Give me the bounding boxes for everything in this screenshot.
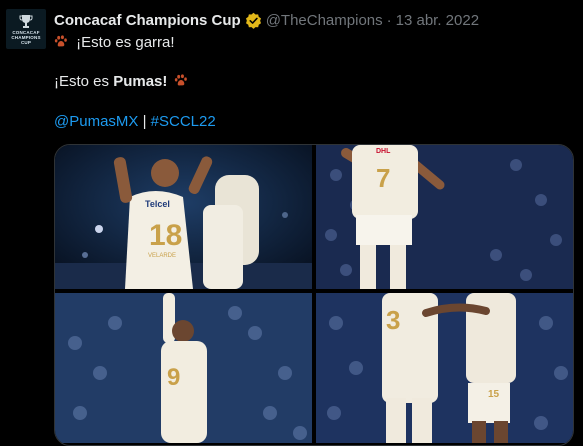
photo-4-jersey-number: 3 [386, 305, 400, 335]
verified-badge-icon[interactable] [245, 12, 262, 29]
media-photo-1[interactable]: 18 Telcel VELARDE [55, 145, 312, 289]
header-separator: · [386, 11, 392, 29]
avatar-text-3: CUP [20, 39, 32, 45]
photo-2-jersey-number: 7 [376, 163, 390, 193]
photo-2-sponsor: DHL [376, 148, 391, 155]
photo-4-jersey-number-2: 15 [488, 389, 500, 400]
author-name[interactable]: Concacaf Champions Cup [54, 12, 241, 29]
author-handle[interactable]: @TheChampions [266, 12, 383, 29]
mention-link[interactable]: @PumasMX [54, 113, 138, 130]
photo-2-image: DHL 7 [316, 145, 573, 289]
tweet-text-bold: Pumas! [113, 73, 168, 90]
paw-prints-icon [174, 74, 187, 86]
avatar-text-1: CONCACAF [12, 29, 40, 35]
tweet-line-1: ¡Esto es garra! [54, 34, 175, 51]
trophy-icon [19, 14, 33, 28]
media-photo-3[interactable]: 9 [55, 293, 312, 443]
paw-prints-icon [54, 35, 67, 47]
media-grid: 18 Telcel VELARDE DHL 7 9 3 15 [54, 144, 574, 446]
photo-1-name: VELARDE [148, 253, 176, 259]
tweet-header: Concacaf Champions Cup @TheChampions · 1… [54, 10, 479, 30]
avatar-logo-text: CONCACAF CHAMPIONS CUP [11, 30, 40, 45]
tweet-text-line-1: ¡Esto es garra! [76, 34, 175, 51]
hashtag-link[interactable]: #SCCL22 [151, 113, 216, 130]
avatar-text-2: CHAMPIONS [11, 34, 41, 40]
pipe-separator: | [138, 113, 151, 130]
photo-4-image: 3 15 [316, 293, 573, 443]
author-avatar[interactable]: CONCACAF CHAMPIONS CUP [6, 9, 46, 49]
tweet-line-2: ¡Esto es Pumas! [54, 73, 189, 90]
tweet-date[interactable]: 13 abr. 2022 [396, 12, 479, 29]
media-photo-2[interactable]: DHL 7 [316, 145, 573, 289]
tweet-line-3: @PumasMX | #SCCL22 [54, 113, 216, 130]
photo-1-jersey-number: 18 [149, 219, 182, 252]
photo-3-image: 9 [55, 293, 312, 443]
media-photo-4[interactable]: 3 15 [316, 293, 573, 443]
tweet-text-line-2: ¡Esto es [54, 73, 114, 90]
photo-1-image: 18 Telcel VELARDE [55, 145, 312, 289]
photo-1-sponsor: Telcel [145, 199, 170, 209]
photo-3-jersey-number: 9 [167, 364, 180, 391]
